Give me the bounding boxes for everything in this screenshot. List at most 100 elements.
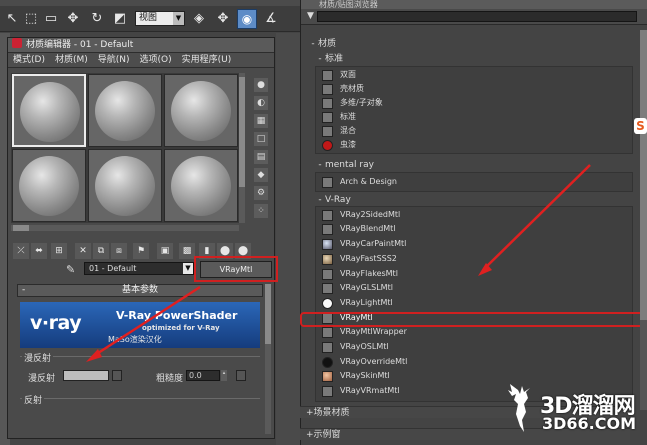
sample-slot-5[interactable] [88,149,162,222]
select-by-material-icon[interactable]: ⁘ [254,204,268,218]
category-mental-ray[interactable]: - mental ray [315,159,640,171]
material-icon [322,357,333,368]
list-item[interactable]: VRayBlendMtl [322,222,622,236]
reset-map-icon[interactable]: ✕ [75,243,91,259]
category-vray[interactable]: - V-Ray [315,194,640,206]
list-item[interactable]: 壳材质 [322,82,622,96]
show-map-icon[interactable]: ▩ [179,243,195,259]
material-editor-titlebar[interactable]: 材质编辑器 - 01 - Default [8,38,274,53]
diffuse-label: 漫反射 [28,374,56,384]
roughness-spinner[interactable]: ▴ [221,370,227,381]
sample-slot-2[interactable] [88,74,162,147]
browser-titlebar[interactable]: 材质/贴图浏览器 [301,0,647,9]
highlight-box [194,256,278,282]
material-icon [322,327,333,338]
menu-utilities[interactable]: 实用程序(U) [177,53,237,68]
sample-slot-3[interactable] [164,74,238,147]
options-icon[interactable]: ⚙ [254,186,268,200]
chevron-down-icon: ▼ [173,12,184,25]
roughness-field[interactable]: 0.0 [186,370,220,381]
scroll-thumb[interactable] [265,284,271,344]
copy-material-icon[interactable]: ⧉ [93,243,109,259]
get-material-icon[interactable]: ⤫ [13,243,29,259]
list-item[interactable]: VRayCarPaintMtl [322,237,622,251]
roughness-map-button[interactable] [236,370,246,381]
category-materials[interactable]: - 材质 [308,38,633,50]
material-name-field[interactable]: 01 - Default ▼ [84,262,194,275]
list-item[interactable]: VRayFastSSS2 [322,252,622,266]
reference-coord-select[interactable]: 视图 ▼ [135,11,185,26]
scale-icon[interactable]: ◩ [111,10,129,28]
list-item[interactable]: VRay2SidedMtl [322,208,622,222]
browser-scrollbar[interactable] [640,30,647,410]
sample-slot-6[interactable] [164,149,238,222]
reflection-group: 反射 [20,393,260,438]
select-by-name-icon[interactable]: ▭ [42,10,60,28]
item-label: VRayFastSSS2 [340,254,397,263]
sample-type-icon[interactable]: ● [254,78,268,92]
select-icon[interactable]: ↖ [3,10,21,28]
put-to-scene-icon[interactable]: ⬌ [31,243,47,259]
select-and-manipulate-icon[interactable]: ✥ [214,10,232,28]
material-icon [322,210,333,221]
list-item[interactable]: 标准 [322,110,622,124]
list-item[interactable]: VRayOSLMtl [322,340,622,354]
list-item[interactable]: Arch & Design [322,175,622,189]
pivot-icon[interactable]: ◈ [190,10,208,28]
options-dropdown-icon[interactable]: ▼ [307,11,314,21]
list-item[interactable]: VRayMtlWrapper [322,325,622,339]
list-item[interactable]: 双面 [322,68,622,82]
menu-material[interactable]: 材质(M) [50,53,93,68]
region-select-icon[interactable]: ⬚ [22,10,40,28]
video-color-check-icon[interactable]: ▤ [254,150,268,164]
assign-to-selection-icon[interactable]: ⊞ [51,243,67,259]
sample-slot-4[interactable] [12,149,86,222]
sample-slot-1[interactable] [12,74,86,147]
list-item[interactable]: VRayLightMtl [322,296,622,310]
input-method-icon[interactable]: S [634,118,647,134]
put-to-library-icon[interactable]: ⚑ [133,243,149,259]
material-sphere [95,156,155,216]
item-label: VRayBlendMtl [340,224,396,233]
material-icon [322,371,333,382]
slots-vertical-scrollbar[interactable] [239,73,245,223]
list-item[interactable]: 混合 [322,124,622,138]
rotate-icon[interactable]: ↻ [88,10,106,28]
list-item[interactable]: VRayGLSLMtl [322,281,622,295]
scroll-thumb[interactable] [239,77,245,187]
background-icon[interactable]: ▦ [254,114,268,128]
backlight-icon[interactable]: ◐ [254,96,268,110]
browser-search-input[interactable] [317,11,637,22]
item-label: VRay2SidedMtl [340,210,401,219]
material-icon [322,224,333,235]
slots-horizontal-scrollbar[interactable] [11,225,239,231]
list-item[interactable]: VRayOverrideMtl [322,355,622,369]
snap-toggle-button[interactable]: ◉ [237,9,257,29]
scroll-thumb[interactable] [640,30,647,320]
material-id-icon[interactable]: ▣ [157,243,173,259]
move-icon[interactable]: ✥ [64,10,82,28]
angle-snap-icon[interactable]: ∡ [262,10,280,28]
parameters-scrollbar[interactable] [265,284,271,434]
material-sphere [20,82,80,142]
watermark: 3D溜溜网 3D66.COM [500,380,647,438]
make-preview-icon[interactable]: ◆ [254,168,268,182]
list-item[interactable]: 多维/子对象 [322,96,622,110]
basic-parameters-rollout[interactable]: - 基本参数 [17,284,263,297]
item-label: VRayMtlWrapper [340,327,407,336]
menu-mode[interactable]: 模式(D) [8,53,50,68]
category-label: mental ray [325,160,374,170]
diffuse-map-button[interactable] [112,370,122,381]
list-item[interactable]: VRayFlakesMtl [322,267,622,281]
list-item[interactable]: 虫漆 [322,138,622,152]
menu-navigation[interactable]: 导航(N) [93,53,135,68]
category-standard[interactable]: - 标准 [315,53,640,65]
menu-options[interactable]: 选项(O) [135,53,177,68]
snap-icon: ◉ [241,12,253,26]
scroll-thumb[interactable] [13,225,29,231]
make-unique-icon[interactable]: ⧈ [111,243,127,259]
diffuse-color-swatch[interactable] [63,370,109,381]
material-icon [322,112,333,123]
eyedropper-icon[interactable]: ✎ [66,263,75,276]
uv-tiling-icon[interactable]: □ [254,132,268,146]
